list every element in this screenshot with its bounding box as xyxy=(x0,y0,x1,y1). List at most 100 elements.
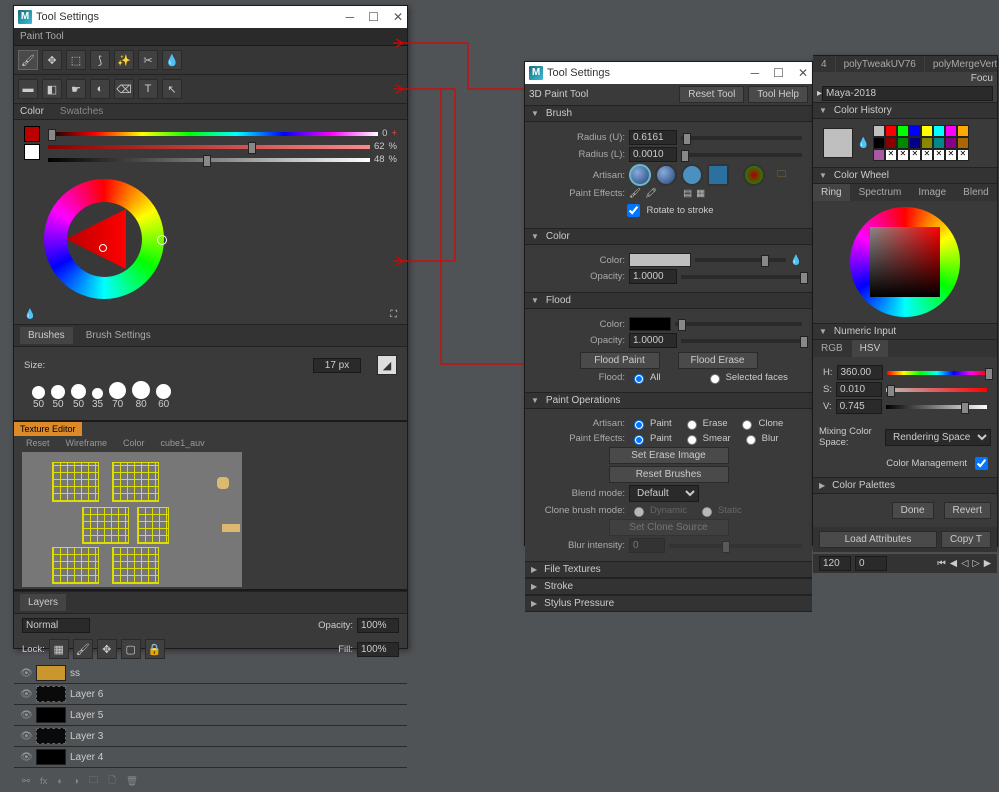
swatch[interactable] xyxy=(933,125,945,137)
layer-item[interactable]: 👁Layer 3 xyxy=(14,726,407,747)
history-tab[interactable]: polyMergeVert3 xyxy=(925,56,997,72)
adjust-icon[interactable]: ◑ xyxy=(73,776,79,787)
marquee-icon[interactable]: ⬚ xyxy=(66,50,86,70)
po-paint-radio[interactable] xyxy=(634,420,644,430)
swatch-empty[interactable] xyxy=(885,149,897,161)
cw-tab-blend[interactable]: Blend xyxy=(955,184,997,201)
po-clone-radio[interactable] xyxy=(742,420,752,430)
pfx-template-icon[interactable]: ▤ xyxy=(683,188,692,199)
te-wire[interactable]: Wireframe xyxy=(66,438,108,448)
swatch-empty[interactable] xyxy=(933,149,945,161)
layer-item[interactable]: 👁Layer 5 xyxy=(14,705,407,726)
lasso-icon[interactable]: ⟆ xyxy=(90,50,110,70)
paintops-twisty[interactable] xyxy=(531,395,542,406)
flood-color-slider[interactable] xyxy=(675,322,802,326)
swatch[interactable] xyxy=(957,137,969,149)
current-color[interactable] xyxy=(823,128,853,158)
fgbg-swatch[interactable] xyxy=(24,126,40,158)
texture-editor-tab[interactable]: Texture Editor xyxy=(14,422,82,436)
radius-l-input[interactable] xyxy=(629,147,677,162)
visibility-icon[interactable]: 👁 xyxy=(20,668,32,679)
swatch[interactable] xyxy=(873,125,885,137)
flood-twisty[interactable] xyxy=(531,295,542,306)
swatch-empty[interactable] xyxy=(957,149,969,161)
blend-mode-select[interactable]: Normal xyxy=(22,618,90,633)
swatch-empty[interactable] xyxy=(909,149,921,161)
color-wheel-ring[interactable] xyxy=(850,207,960,317)
history-tab[interactable]: polyTweakUV76 xyxy=(836,56,924,72)
color-wheel[interactable] xyxy=(44,179,164,299)
focus-label[interactable]: Focu xyxy=(971,73,993,84)
maximize-icon[interactable]: ☐ xyxy=(368,10,379,24)
sat-slider[interactable] xyxy=(48,145,370,149)
swatch[interactable] xyxy=(921,137,933,149)
eyedropper-icon[interactable]: 💧 xyxy=(790,255,802,266)
flood-sel-radio[interactable] xyxy=(710,374,720,384)
tab-brushes[interactable]: Brushes xyxy=(20,327,73,344)
filetex-twisty[interactable] xyxy=(531,564,540,575)
flood-color-swatch[interactable] xyxy=(629,317,671,331)
load-attrs-button[interactable]: Load Attributes xyxy=(819,531,937,548)
stroke-twisty[interactable] xyxy=(531,581,540,592)
cp-twisty[interactable] xyxy=(819,480,828,491)
swatch[interactable] xyxy=(897,137,909,149)
cw-tab-image[interactable]: Image xyxy=(910,184,954,201)
eyedropper-icon[interactable]: 💧 xyxy=(857,138,869,149)
radius-l-slider[interactable] xyxy=(681,153,802,157)
color-slider[interactable] xyxy=(695,258,786,262)
po-paint2-radio[interactable] xyxy=(634,435,644,445)
swatch[interactable] xyxy=(909,137,921,149)
po-smear-radio[interactable] xyxy=(687,435,697,445)
brush-preset[interactable] xyxy=(92,388,103,399)
stylus-twisty[interactable] xyxy=(531,598,540,609)
fill-val[interactable]: 100% xyxy=(357,642,399,657)
titlebar[interactable]: M Tool Settings ─ ☐ ✕ xyxy=(525,62,812,84)
ch-twisty[interactable] xyxy=(819,105,830,116)
brush-preset[interactable] xyxy=(156,384,171,399)
lock-pixels-icon[interactable]: ▦ xyxy=(49,639,69,659)
pfx-brush1-icon[interactable]: 🖌 xyxy=(629,188,641,199)
opacity-input[interactable] xyxy=(629,269,677,284)
layer-item[interactable]: 👁ss xyxy=(14,663,407,684)
flood-opacity-input[interactable] xyxy=(629,333,677,348)
history-tab[interactable]: 4 xyxy=(813,56,835,72)
visibility-icon[interactable]: 👁 xyxy=(20,689,32,700)
brush-preset[interactable] xyxy=(109,382,126,399)
mask-icon[interactable]: ◐ xyxy=(57,776,63,787)
color-mgmt-check[interactable] xyxy=(975,457,988,470)
eraser-icon[interactable]: ⌫ xyxy=(114,79,134,99)
minimize-icon[interactable]: ─ xyxy=(751,66,760,80)
lock-move-icon[interactable]: ✥ xyxy=(97,639,117,659)
crop-icon[interactable]: ✂ xyxy=(138,50,158,70)
layer-item[interactable]: 👁Layer 4 xyxy=(14,747,407,768)
radius-u-slider[interactable] xyxy=(681,136,802,140)
artisan-solid-icon[interactable] xyxy=(681,164,703,186)
titlebar[interactable]: M Tool Settings ─ ☐ ✕ xyxy=(14,6,407,28)
layer-opacity-val[interactable]: 100% xyxy=(357,618,399,633)
lock-all-icon[interactable]: 🔒 xyxy=(145,639,165,659)
brush-preview-icon[interactable]: ◢ xyxy=(377,355,397,375)
ni-tab-rgb[interactable]: RGB xyxy=(813,340,851,357)
color-section[interactable]: Color Swatches xyxy=(14,103,407,120)
trash-icon[interactable]: 🗑 xyxy=(126,776,138,787)
text-icon[interactable]: T xyxy=(138,79,158,99)
reset-tool-button[interactable]: Reset Tool xyxy=(679,86,744,103)
prev-icon[interactable]: ◀ xyxy=(950,558,957,569)
cw-twisty[interactable] xyxy=(819,170,830,181)
h-input[interactable] xyxy=(837,365,883,380)
flood-all-radio[interactable] xyxy=(634,374,644,384)
opacity-slider[interactable] xyxy=(681,275,802,279)
cw-tab-ring[interactable]: Ring xyxy=(813,184,850,201)
tool-help-button[interactable]: Tool Help xyxy=(748,86,808,103)
mcs-select[interactable]: Rendering Space xyxy=(885,429,991,446)
swatch[interactable] xyxy=(897,125,909,137)
flood-erase-button[interactable]: Flood Erase xyxy=(678,352,758,369)
sv-square[interactable] xyxy=(870,227,940,297)
rotate-stroke-check[interactable] xyxy=(627,204,640,217)
close-icon[interactable]: ✕ xyxy=(798,66,808,80)
uv-viewport[interactable] xyxy=(22,452,242,587)
flood-paint-button[interactable]: Flood Paint xyxy=(580,352,660,369)
brush-twisty[interactable] xyxy=(531,108,542,119)
artisan-square-icon[interactable] xyxy=(707,164,729,186)
cw-tab-spectrum[interactable]: Spectrum xyxy=(851,184,910,201)
